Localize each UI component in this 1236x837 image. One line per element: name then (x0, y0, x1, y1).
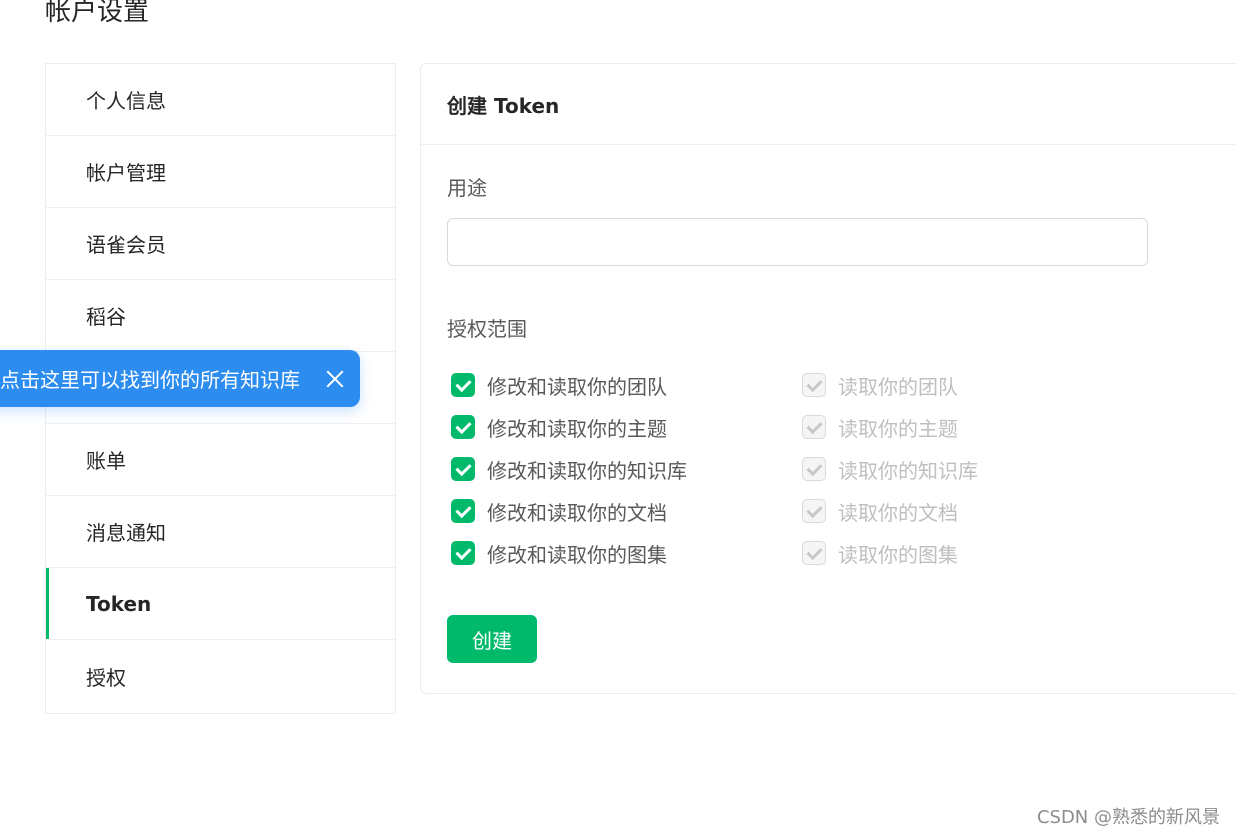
permission-label: 读取你的团队 (838, 374, 958, 399)
checkbox-disabled-icon (802, 541, 826, 565)
permission-write[interactable]: 修改和读取你的知识库 (451, 455, 802, 484)
permission-label: 修改和读取你的图集 (487, 542, 667, 567)
permission-read: 读取你的主题 (802, 413, 1153, 442)
permission-row-topic: 修改和读取你的主题 读取你的主题 (451, 412, 1153, 442)
scope-label: 授权范围 (447, 317, 527, 341)
create-token-card: 创建 Token 用途 授权范围 修改和读取你的团队 读取你的团队 修改和读取你… (420, 63, 1236, 694)
sidebar-item-notifications[interactable]: 消息通知 (46, 496, 395, 568)
close-icon[interactable] (324, 368, 346, 390)
card-title: 创建 Token (421, 64, 1236, 145)
checkbox-checked-icon[interactable] (451, 373, 475, 397)
purpose-label: 用途 (447, 176, 487, 200)
account-settings-page: 帐户设置 个人信息 帐户管理 语雀会员 稻谷 账单 消息通知 Token 授权 … (0, 0, 1236, 837)
permission-label: 修改和读取你的文档 (487, 500, 667, 525)
permission-label: 修改和读取你的团队 (487, 374, 667, 399)
sidebar-item-account[interactable]: 帐户管理 (46, 136, 395, 208)
permission-label: 修改和读取你的知识库 (487, 458, 687, 483)
checkbox-disabled-icon (802, 499, 826, 523)
sidebar-item-profile[interactable]: 个人信息 (46, 64, 395, 136)
permission-label: 读取你的知识库 (838, 458, 978, 483)
permission-row-team: 修改和读取你的团队 读取你的团队 (451, 370, 1153, 400)
sidebar-item-rice[interactable]: 稻谷 (46, 280, 395, 352)
guide-tooltip: 点击这里可以找到你的所有知识库 (0, 350, 360, 407)
create-button[interactable]: 创建 (447, 615, 537, 663)
checkbox-checked-icon[interactable] (451, 457, 475, 481)
sidebar-item-token[interactable]: Token (46, 568, 395, 640)
checkbox-checked-icon[interactable] (451, 541, 475, 565)
sidebar-item-billing[interactable]: 账单 (46, 424, 395, 496)
permission-row-repo: 修改和读取你的知识库 读取你的知识库 (451, 454, 1153, 484)
permission-write[interactable]: 修改和读取你的图集 (451, 539, 802, 568)
permission-label: 读取你的文档 (838, 500, 958, 525)
permission-write[interactable]: 修改和读取你的团队 (451, 371, 802, 400)
permission-row-artboard: 修改和读取你的图集 读取你的图集 (451, 538, 1153, 568)
tooltip-text: 点击这里可以找到你的所有知识库 (0, 368, 300, 392)
permission-read: 读取你的图集 (802, 539, 1153, 568)
page-title: 帐户设置 (45, 0, 150, 27)
permission-write[interactable]: 修改和读取你的主题 (451, 413, 802, 442)
checkbox-checked-icon[interactable] (451, 415, 475, 439)
checkbox-checked-icon[interactable] (451, 499, 475, 523)
permission-row-doc: 修改和读取你的文档 读取你的文档 (451, 496, 1153, 526)
checkbox-disabled-icon (802, 415, 826, 439)
permission-write[interactable]: 修改和读取你的文档 (451, 497, 802, 526)
permission-read: 读取你的团队 (802, 371, 1153, 400)
permission-read: 读取你的文档 (802, 497, 1153, 526)
permission-label: 读取你的主题 (838, 416, 958, 441)
permission-read: 读取你的知识库 (802, 455, 1153, 484)
checkbox-disabled-icon (802, 373, 826, 397)
permission-label: 修改和读取你的主题 (487, 416, 667, 441)
sidebar-item-authorization[interactable]: 授权 (46, 640, 395, 712)
checkbox-disabled-icon (802, 457, 826, 481)
watermark: CSDN @熟悉的新风景 (1036, 807, 1220, 828)
sidebar-item-membership[interactable]: 语雀会员 (46, 208, 395, 280)
permission-label: 读取你的图集 (838, 542, 958, 567)
purpose-input[interactable] (447, 218, 1148, 266)
